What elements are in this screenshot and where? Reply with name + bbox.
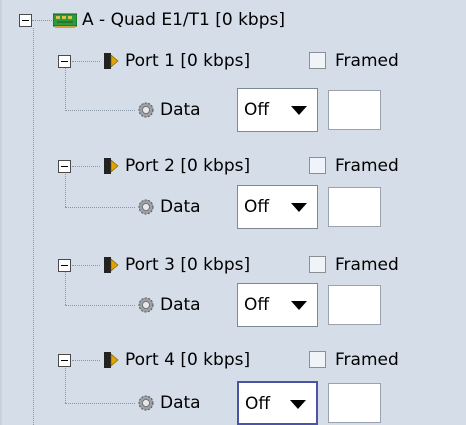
port-2-data-label: Data [160,197,201,217]
port-4-data-label: Data [160,393,201,413]
tree-connector [72,265,100,266]
port-1-data-value: Off [244,100,270,120]
tree-connector [72,61,100,62]
port-3-label[interactable]: Port 3 [0 kbps] [125,255,250,275]
port-4-framed-checkbox[interactable] [309,351,326,368]
tree-connector [65,305,135,306]
port-2-collapse-icon[interactable] [58,160,71,173]
tree-connector [65,110,135,111]
tree-connector [72,360,100,361]
port-3-data-dropdown[interactable]: Off [237,283,318,327]
tree-connector [65,67,66,109]
port-2-value-input[interactable] [328,187,381,227]
port-4-value-input[interactable] [328,383,381,423]
port-2-framed-label[interactable]: Framed [335,156,399,176]
tree-connector [65,403,135,404]
data-gear-icon [137,198,155,216]
panel-left-edge [0,0,2,425]
port-2-data-value: Off [244,197,270,217]
tree-connector [65,366,66,403]
port-1-data-dropdown[interactable]: Off [237,88,318,132]
port-4-data-value: Off [245,394,271,414]
port-1-value-input[interactable] [328,90,381,130]
port-4-collapse-icon[interactable] [58,354,71,367]
port-3-value-input[interactable] [328,285,381,325]
port-1-framed-label[interactable]: Framed [335,51,399,71]
port-2-data-dropdown[interactable]: Off [237,185,318,229]
chevron-down-icon [290,400,306,409]
port-icon [103,52,119,70]
tree-panel: A - Quad E1/T1 [0 kbps] Port 1 [0 kbps] … [0,0,466,425]
port-icon [103,351,119,369]
port-1-collapse-icon[interactable] [58,55,71,68]
chevron-down-icon [291,106,307,115]
port-icon [103,256,119,274]
data-gear-icon [137,394,155,412]
chevron-down-icon [291,203,307,212]
data-gear-icon [137,296,155,314]
card-label[interactable]: A - Quad E1/T1 [0 kbps] [82,10,285,30]
port-3-data-value: Off [244,295,270,315]
port-3-framed-checkbox[interactable] [309,256,326,273]
tree-connector [65,172,66,207]
port-4-framed-label[interactable]: Framed [335,350,399,370]
port-3-collapse-icon[interactable] [58,259,71,272]
card-collapse-icon[interactable] [19,14,32,27]
port-4-data-dropdown[interactable]: Off [237,381,318,425]
port-icon [103,157,119,175]
port-1-framed-checkbox[interactable] [309,52,326,69]
port-2-framed-checkbox[interactable] [309,157,326,174]
port-3-data-label: Data [160,295,201,315]
tree-connector [32,20,52,21]
card-icon [52,11,78,29]
tree-connector [65,207,135,208]
port-2-label[interactable]: Port 2 [0 kbps] [125,156,250,176]
port-1-data-label: Data [160,100,201,120]
data-gear-icon [137,101,155,119]
tree-connector [33,28,34,425]
tree-connector [72,166,100,167]
tree-connector [65,271,66,305]
port-1-label[interactable]: Port 1 [0 kbps] [125,51,250,71]
port-3-framed-label[interactable]: Framed [335,255,399,275]
chevron-down-icon [291,301,307,310]
port-4-label[interactable]: Port 4 [0 kbps] [125,350,250,370]
